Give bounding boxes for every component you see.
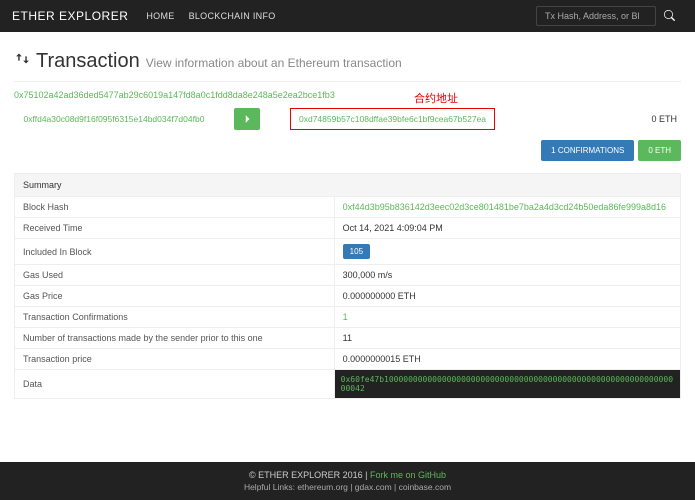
footer-links: Helpful Links: ethereum.org | gdax.com |… [0, 482, 695, 492]
row-label: Number of transactions made by the sende… [15, 328, 335, 349]
table-row: Data0x60fe47b100000000000000000000000000… [15, 370, 681, 399]
nav-blockchain-info[interactable]: BLOCKCHAIN INFO [189, 11, 276, 21]
row-label: Transaction price [15, 349, 335, 370]
to-address[interactable]: 0xd74859b57c108dffae39bfe6c1bf9cea67b527… [299, 114, 486, 124]
nav-search-group [536, 5, 683, 28]
row-label: Transaction Confirmations [15, 307, 335, 328]
block-hash-value[interactable]: 0xf44d3b95b836142d3eec02d3ce801481be7ba2… [334, 197, 680, 218]
eth-amount: 0 ETH [651, 114, 681, 124]
row-label: Data [15, 370, 335, 399]
eth-badge: 0 ETH [638, 140, 681, 161]
page-header: Transaction View information about an Et… [14, 50, 681, 73]
data-cell-wrap: 0x60fe47b1000000000000000000000000000000… [334, 370, 680, 399]
divider [14, 81, 681, 82]
table-row: Received TimeOct 14, 2021 4:09:04 PM [15, 218, 681, 239]
github-link[interactable]: Fork me on GitHub [370, 470, 446, 480]
tx-hash[interactable]: 0x75102a42ad36ded5477ab29c6019a147fd8a0c… [14, 90, 681, 100]
row-label: Gas Used [15, 265, 335, 286]
gas-price-value: 0.000000000 ETH [334, 286, 680, 307]
main-container: Transaction View information about an Et… [0, 32, 695, 399]
tx-price-value: 0.0000000015 ETH [334, 349, 680, 370]
block-number-badge[interactable]: 105 [343, 244, 370, 259]
received-time-value: Oct 14, 2021 4:09:04 PM [334, 218, 680, 239]
gas-used-value: 300,000 m/s [334, 265, 680, 286]
page-title: Transaction [36, 50, 140, 73]
arrow-button [234, 108, 260, 130]
brand-logo[interactable]: ETHER EXPLORER [12, 9, 128, 23]
table-row: Included In Block 105 [15, 239, 681, 265]
nonce-value: 11 [334, 328, 680, 349]
footer-line1: © ETHER EXPLORER 2016 | Fork me on GitHu… [0, 470, 695, 480]
confirmations-badge: 1 CONFIRMATIONS [541, 140, 634, 161]
row-label: Included In Block [15, 239, 335, 265]
nav-home[interactable]: HOME [146, 11, 174, 21]
transaction-icon [14, 50, 31, 67]
table-row: Gas Price0.000000000 ETH [15, 286, 681, 307]
table-row: Transaction Confirmations1 [15, 307, 681, 328]
row-label: Received Time [15, 218, 335, 239]
navbar: ETHER EXPLORER HOME BLOCKCHAIN INFO [0, 0, 695, 32]
row-label: Block Hash [15, 197, 335, 218]
footer: © ETHER EXPLORER 2016 | Fork me on GitHu… [0, 462, 695, 500]
search-button[interactable] [656, 5, 683, 28]
table-row: Transaction price0.0000000015 ETH [15, 349, 681, 370]
copyright-text: © ETHER EXPLORER 2016 | [249, 470, 370, 480]
table-row: Gas Used300,000 m/s [15, 265, 681, 286]
row-label: Gas Price [15, 286, 335, 307]
transfer-row: 合约地址 0xffd4a30c08d9f16f095f6315e14bd034f… [14, 108, 681, 130]
badges-row: 1 CONFIRMATIONS 0 ETH [14, 140, 681, 161]
table-row: Block Hash0xf44d3b95b836142d3eec02d3ce80… [15, 197, 681, 218]
summary-table: Summary Block Hash0xf44d3b95b836142d3eec… [14, 173, 681, 399]
to-address-highlight: 0xd74859b57c108dffae39bfe6c1bf9cea67b527… [290, 108, 495, 130]
arrow-right-icon [242, 114, 252, 124]
data-value: 0x60fe47b1000000000000000000000000000000… [335, 370, 680, 398]
from-address[interactable]: 0xffd4a30c08d9f16f095f6315e14bd034f7d04f… [14, 114, 214, 124]
search-input[interactable] [536, 6, 656, 26]
contract-annotation: 合约地址 [414, 90, 458, 106]
summary-header: Summary [15, 174, 681, 197]
block-number-cell: 105 [334, 239, 680, 265]
search-icon [664, 10, 675, 21]
table-row: Number of transactions made by the sende… [15, 328, 681, 349]
page-subtitle: View information about an Ethereum trans… [146, 56, 402, 70]
tx-confirmations-value: 1 [334, 307, 680, 328]
